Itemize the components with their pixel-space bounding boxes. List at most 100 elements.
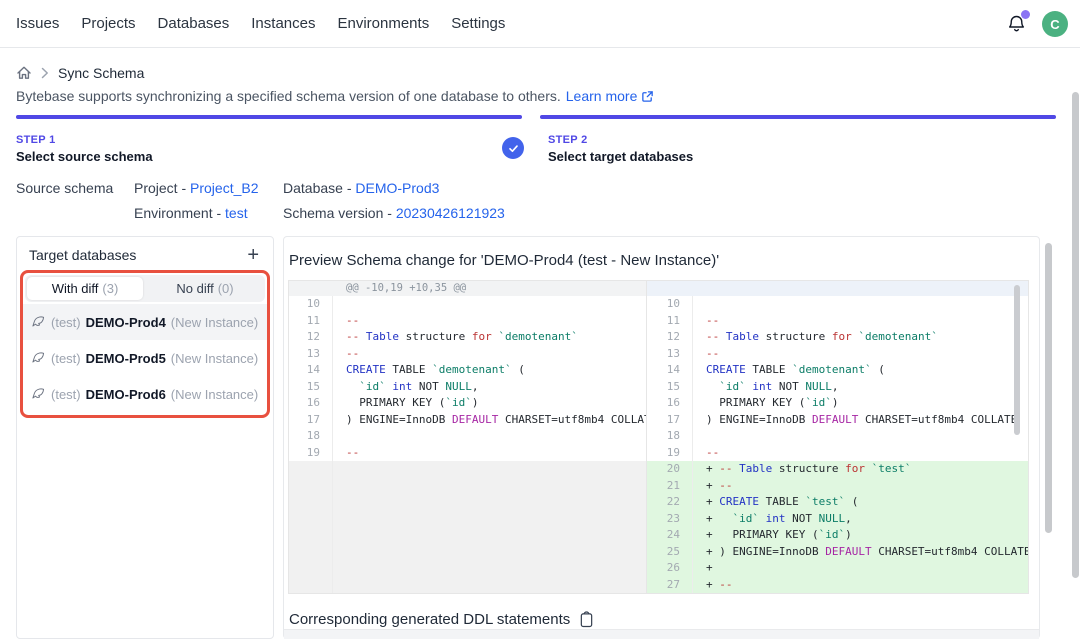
field-label: Schema version - [283,205,396,221]
diff-line: 16 PRIMARY KEY (`id`) [289,395,646,412]
code-text: -- Table structure for `demotenant` [693,329,1028,346]
tab-with-diff[interactable]: With diff(3) [27,277,143,300]
diff-hunk-header-spacer [647,281,1028,296]
line-number: 11 [289,313,333,330]
line-number: 11 [647,313,693,330]
source-field-schema-version: Schema version - 20230426121923 [283,205,505,221]
line-number: 12 [289,329,333,346]
diff-line-added: 26+ [647,560,1028,577]
notification-dot [1021,10,1030,19]
field-value-link[interactable]: test [225,205,248,221]
line-number: 24 [647,527,693,544]
page-scrollbar[interactable] [1072,92,1079,578]
step1-title: Select source schema [16,149,153,164]
line-number: 17 [647,412,693,429]
add-database-button[interactable]: + [245,246,261,264]
line-number: 20 [647,461,693,478]
diff-line: 16 PRIMARY KEY (`id`) [647,395,1028,412]
diff-line-added: 25+ ) ENGINE=InnoDB DEFAULT CHARSET=utf8… [647,544,1028,561]
code-text: -- [693,313,1028,330]
external-link-icon [641,90,654,103]
line-number: 18 [289,428,333,445]
nav-item-issues[interactable]: Issues [16,15,59,32]
learn-more-label: Learn more [566,88,638,104]
step1-progress-bar [16,115,522,119]
diff-line: 18 [289,428,646,445]
diff-line: 19-- [647,445,1028,462]
diff-line: 13-- [647,346,1028,363]
line-number: 13 [647,346,693,363]
code-text: -- [693,346,1028,363]
code-text [333,428,646,445]
avatar[interactable]: C [1042,11,1068,37]
diff-line: 14CREATE TABLE `demotenant` ( [647,362,1028,379]
db-name: DEMO-Prod4 [86,315,166,330]
mysql-dolphin-icon [31,387,46,401]
diff-line-added: 23+ `id` int NOT NULL, [647,511,1028,528]
source-schema-label: Source schema [16,180,113,196]
database-item-demo-prod5[interactable]: (test)DEMO-Prod5(New Instance) [23,340,267,376]
source-field-project: Project - Project_B2 [134,180,283,196]
source-field-database: Database - DEMO-Prod3 [283,180,505,196]
diff-empty-region [289,461,646,593]
mysql-dolphin-icon [31,315,46,329]
diff-line: 17) ENGINE=InnoDB DEFAULT CHARSET=utf8mb… [647,412,1028,429]
database-item-demo-prod4[interactable]: (test)DEMO-Prod4(New Instance) [23,304,267,340]
line-number: 15 [289,379,333,396]
ddl-title: Corresponding generated DDL statements [289,611,570,628]
diff-hunk-header: @@ -10,19 +10,35 @@ [289,281,646,296]
schema-diff-editor[interactable]: @@ -10,19 +10,35 @@ 1011--12-- Table str… [288,280,1029,594]
db-note: (New Instance) [171,351,258,366]
breadcrumb-current: Sync Schema [58,65,144,81]
field-label: Project - [134,180,190,196]
field-value-link[interactable]: 20230426121923 [396,205,505,221]
code-text: -- [333,313,646,330]
tab-count: (0) [218,281,234,296]
line-number: 21 [647,478,693,495]
diff-line: 11-- [289,313,646,330]
code-text: -- [333,445,646,462]
tab-no-diff[interactable]: No diff (0) [147,277,263,300]
tab-label: No diff [176,281,213,296]
diff-line: 12-- Table structure for `demotenant` [647,329,1028,346]
database-item-demo-prod6[interactable]: (test)DEMO-Prod6(New Instance) [23,376,267,412]
source-schema-fields: Project - Project_B2Database - DEMO-Prod… [134,180,505,221]
nav-item-projects[interactable]: Projects [81,15,135,32]
line-number: 15 [647,379,693,396]
db-note: (New Instance) [171,315,258,330]
home-icon[interactable] [16,65,32,81]
breadcrumb: Sync Schema [16,63,144,83]
content-scrollbar[interactable] [1045,243,1052,533]
check-icon [507,142,520,155]
code-text: -- [333,346,646,363]
chevron-right-icon [41,67,49,79]
nav-item-databases[interactable]: Databases [158,15,230,32]
tab-label: With diff [52,281,99,296]
field-label: Database - [283,180,355,196]
diff-line: 12-- Table structure for `demotenant` [289,329,646,346]
line-number: 10 [647,296,693,313]
mysql-dolphin-icon [31,351,46,365]
step2-title: Select target databases [548,149,693,164]
field-value-link[interactable]: DEMO-Prod3 [355,180,439,196]
target-databases-title: Target databases [29,247,136,263]
line-number: 16 [289,395,333,412]
editor-scrollbar[interactable] [1014,285,1020,435]
step2-label: STEP 2 [548,134,693,146]
copy-icon[interactable] [579,611,594,628]
line-number: 14 [289,362,333,379]
nav-item-settings[interactable]: Settings [451,15,505,32]
code-text: + `id` int NOT NULL, [693,511,1028,528]
field-label: Environment - [134,205,225,221]
code-text: + [693,560,1028,577]
step2-indicator: STEP 2 Select target databases [548,134,693,164]
nav-item-environments[interactable]: Environments [337,15,429,32]
learn-more-link[interactable]: Learn more [566,88,655,104]
line-number: 14 [647,362,693,379]
step2-progress-bar [540,115,1056,119]
nav-item-instances[interactable]: Instances [251,15,315,32]
field-value-link[interactable]: Project_B2 [190,180,258,196]
ddl-code-block-top [284,629,1039,639]
tab-count: (3) [102,281,118,296]
notification-bell-button[interactable] [1006,12,1028,36]
